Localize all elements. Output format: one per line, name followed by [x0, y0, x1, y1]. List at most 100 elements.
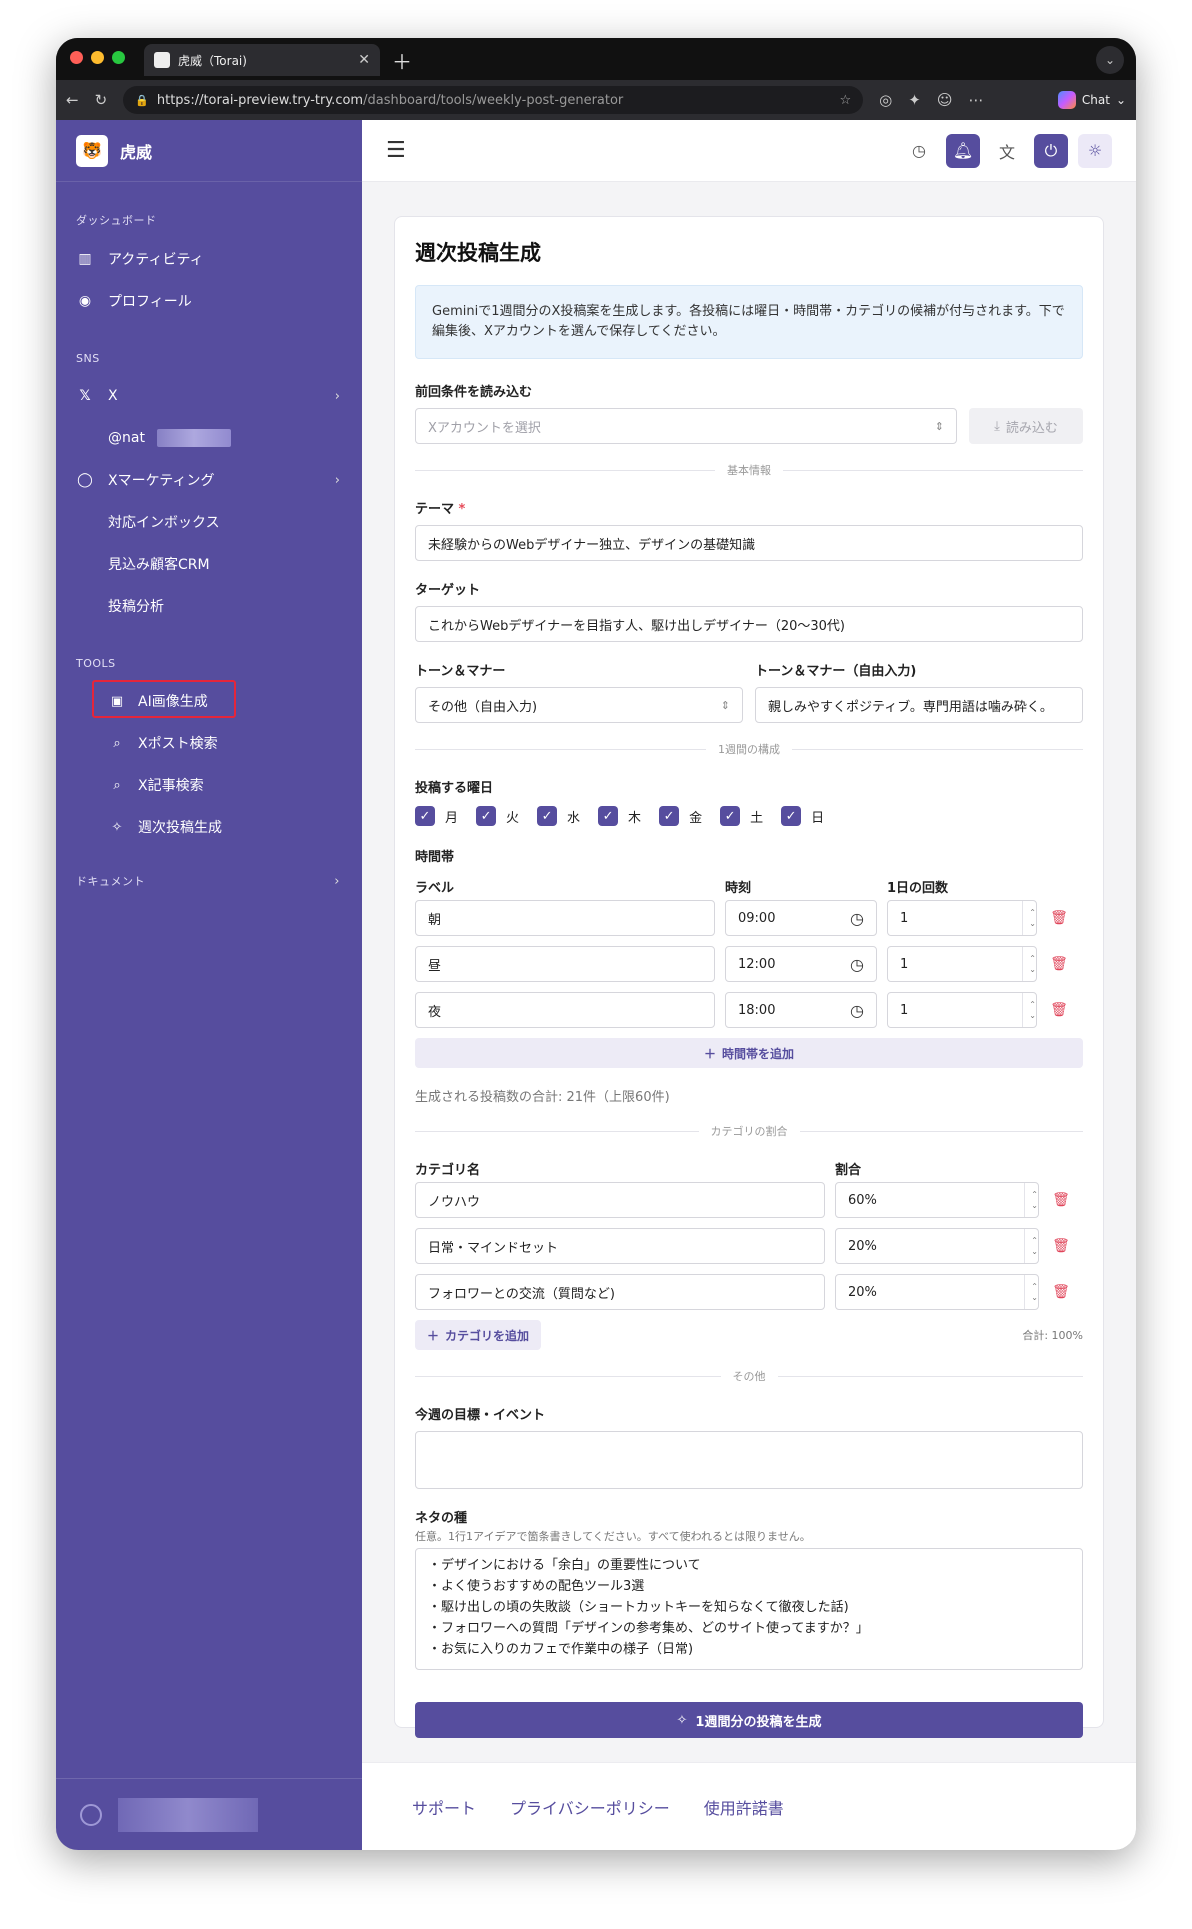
day-checkbox-fri[interactable]: ✓ 金 — [659, 806, 702, 827]
day-checkbox-thu[interactable]: ✓ 木 — [598, 806, 641, 827]
extension-ring-icon[interactable]: ◎ — [879, 91, 892, 109]
bell-icon[interactable]: 🔔︎ — [946, 133, 980, 168]
browser-tab[interactable]: 虎威（Torai) ✕ — [144, 44, 380, 76]
footer-link-support[interactable]: サポート — [412, 1795, 476, 1819]
ai-image-wrapper: ▣ AI画像生成 — [56, 680, 362, 722]
day-checkbox-mon[interactable]: ✓ 月 — [415, 806, 458, 827]
sidebar-item-activity[interactable]: ▥ アクティビティ — [56, 238, 362, 280]
sidebar-item-x-post-search[interactable]: ⌕ Xポスト検索 — [56, 722, 362, 764]
maximize-window-button[interactable] — [112, 51, 125, 64]
history-icon[interactable]: ◷ — [902, 134, 936, 168]
trash-icon[interactable]: 🗑︎ — [1047, 956, 1071, 972]
avatar — [80, 1803, 102, 1826]
trash-icon[interactable]: 🗑︎ — [1049, 1238, 1073, 1254]
clock-icon[interactable]: ◷ — [850, 1001, 864, 1020]
power-icon[interactable]: ⏻ — [1034, 133, 1068, 168]
add-timeslot-button[interactable]: ＋ 時間帯を追加 — [415, 1038, 1083, 1069]
sidebar-item-x[interactable]: 𝕏 X › — [56, 375, 362, 417]
stepper-icon[interactable]: ⌃ ⌄ — [1022, 993, 1036, 1028]
category-ratio-input[interactable]: 60% ⌃ ⌄ — [835, 1182, 1039, 1219]
sidebar-item-crm[interactable]: 見込み顧客CRM — [56, 543, 362, 585]
seeds-textarea[interactable]: ・デザインにおける「余白」の重要性について ・よく使うおすすめの配色ツール3選 … — [415, 1548, 1083, 1671]
sidebar-item-weekly-post[interactable]: ✧ 週次投稿生成 — [56, 806, 362, 848]
theme-input[interactable]: 未経験からのWebデザイナー独立、デザインの基礎知識 — [415, 525, 1083, 562]
stepper-icon[interactable]: ⌃ ⌄ — [1024, 1229, 1038, 1264]
generate-button[interactable]: ✧ 1週間分の投稿を生成 — [415, 1702, 1083, 1739]
chevron-down-icon[interactable]: ⌄ — [1096, 46, 1124, 74]
load-button[interactable]: ⤓ 読み込む — [969, 408, 1083, 445]
sidebar-item-x-account[interactable]: @nat — [56, 417, 362, 459]
translate-icon[interactable]: 文 — [990, 134, 1024, 168]
annotation-highlight-box — [92, 680, 236, 718]
goal-textarea[interactable] — [415, 1431, 1083, 1490]
category-name-input[interactable]: 日常・マインドセット — [415, 1228, 825, 1265]
clock-icon[interactable]: ◷ — [850, 909, 864, 928]
more-menu-icon[interactable]: ⋯ — [968, 91, 983, 109]
stepper-icon[interactable]: ⌃ ⌄ — [1024, 1275, 1038, 1310]
close-window-button[interactable] — [70, 51, 83, 64]
chevron-right-icon: › — [334, 388, 340, 404]
stepper-icon[interactable]: ⌃ ⌄ — [1022, 947, 1036, 982]
back-icon[interactable]: ← — [66, 91, 79, 109]
sidebar-item-analytics[interactable]: 投稿分析 — [56, 585, 362, 627]
timeslot-label-input[interactable]: 夜 — [415, 992, 715, 1029]
sidebar-item-x-article-search[interactable]: ⌕ X記事検索 — [56, 764, 362, 806]
plus-icon: ＋ — [427, 1328, 440, 1343]
category-ratio-input[interactable]: 20% ⌃ ⌄ — [835, 1228, 1039, 1265]
stepper-icon[interactable]: ⌃ ⌄ — [1024, 1183, 1038, 1218]
tone-free-input[interactable]: 親しみやすくポジティブ。専門用語は噛み砕く。 — [755, 687, 1083, 724]
chat-button[interactable]: Chat ⌄ — [1057, 91, 1126, 109]
timeslot-label-input[interactable]: 朝 — [415, 900, 715, 937]
minimize-window-button[interactable] — [91, 51, 104, 64]
col-count: 1日の回数 — [887, 881, 949, 897]
day-checkbox-sun[interactable]: ✓ 日 — [781, 806, 824, 827]
sidebar-item-profile[interactable]: ◉ プロフィール — [56, 280, 362, 322]
search-icon: ⌕ — [113, 735, 121, 751]
trash-icon[interactable]: 🗑︎ — [1047, 1002, 1071, 1018]
timeslot-count-input[interactable]: 1 ⌃ ⌄ — [887, 992, 1037, 1029]
menu-icon[interactable]: ☰ — [386, 138, 406, 163]
timeslot-time-input[interactable]: 12:00 ◷ — [725, 946, 877, 983]
category-name-input[interactable]: ノウハウ — [415, 1182, 825, 1219]
trash-icon[interactable]: 🗑︎ — [1049, 1284, 1073, 1300]
address-bar[interactable]: 🔒 https://torai-preview.try-try.com/dash… — [123, 86, 864, 114]
trash-icon[interactable]: 🗑︎ — [1049, 1192, 1073, 1208]
ratio-value: 20% — [848, 1238, 877, 1254]
profile-avatar-icon[interactable]: ☺ — [937, 91, 953, 109]
day-checkbox-wed[interactable]: ✓ 水 — [537, 806, 580, 827]
category-name-input[interactable]: フォロワーとの交流（質問など) — [415, 1274, 825, 1311]
section-divider-other: その他 — [415, 1368, 1083, 1384]
category-ratio-input[interactable]: 20% ⌃ ⌄ — [835, 1274, 1039, 1311]
trash-icon[interactable]: 🗑︎ — [1047, 910, 1071, 926]
clock-icon[interactable]: ◷ — [850, 955, 864, 974]
extensions-puzzle-icon[interactable]: ✦ — [908, 91, 921, 109]
close-tab-icon[interactable]: ✕ — [358, 52, 370, 68]
target-input[interactable]: これからWebデザイナーを目指す人、駆け出しデザイナー（20〜30代) — [415, 606, 1083, 643]
timeslot-time-input[interactable]: 18:00 ◷ — [725, 992, 877, 1029]
favicon-icon — [154, 52, 170, 68]
bookmark-star-icon[interactable]: ☆ — [840, 93, 852, 108]
timeslot-count-input[interactable]: 1 ⌃ ⌄ — [887, 946, 1037, 983]
timeslot-time-input[interactable]: 09:00 ◷ — [725, 900, 877, 937]
tone-select[interactable]: その他（自由入力) ⇕ — [415, 687, 743, 724]
sidebar-item-documents[interactable]: ドキュメント › — [56, 860, 362, 902]
tone-free-label: トーン＆マナー（自由入力) — [755, 664, 917, 680]
category-row: ノウハウ 60% ⌃ ⌄ 🗑︎ — [415, 1182, 1083, 1219]
reload-icon[interactable]: ↻ — [95, 91, 108, 109]
timeslot-count-input[interactable]: 1 ⌃ ⌄ — [887, 900, 1037, 937]
timeslot-label-input[interactable]: 昼 — [415, 946, 715, 983]
sidebar-item-inbox[interactable]: 対応インボックス — [56, 501, 362, 543]
new-tab-icon[interactable]: ＋ — [392, 46, 412, 75]
brand[interactable]: 🐯 虎威 — [56, 120, 362, 182]
sidebar-item-x-marketing[interactable]: ◯ Xマーケティング › — [56, 459, 362, 501]
sidebar-user[interactable] — [56, 1778, 362, 1850]
day-checkbox-tue[interactable]: ✓ 火 — [476, 806, 519, 827]
stepper-icon[interactable]: ⌃ ⌄ — [1022, 901, 1036, 936]
footer-link-license[interactable]: 使用許諾書 — [704, 1795, 784, 1819]
day-label: 土 — [750, 810, 764, 826]
day-checkbox-sat[interactable]: ✓ 土 — [720, 806, 764, 827]
sun-icon[interactable]: ☼ — [1078, 133, 1112, 168]
add-category-button[interactable]: ＋ カテゴリを追加 — [415, 1320, 542, 1351]
footer-link-privacy[interactable]: プライバシーポリシー — [510, 1795, 670, 1819]
account-select[interactable]: Xアカウントを選択 ⇕ — [415, 408, 957, 445]
